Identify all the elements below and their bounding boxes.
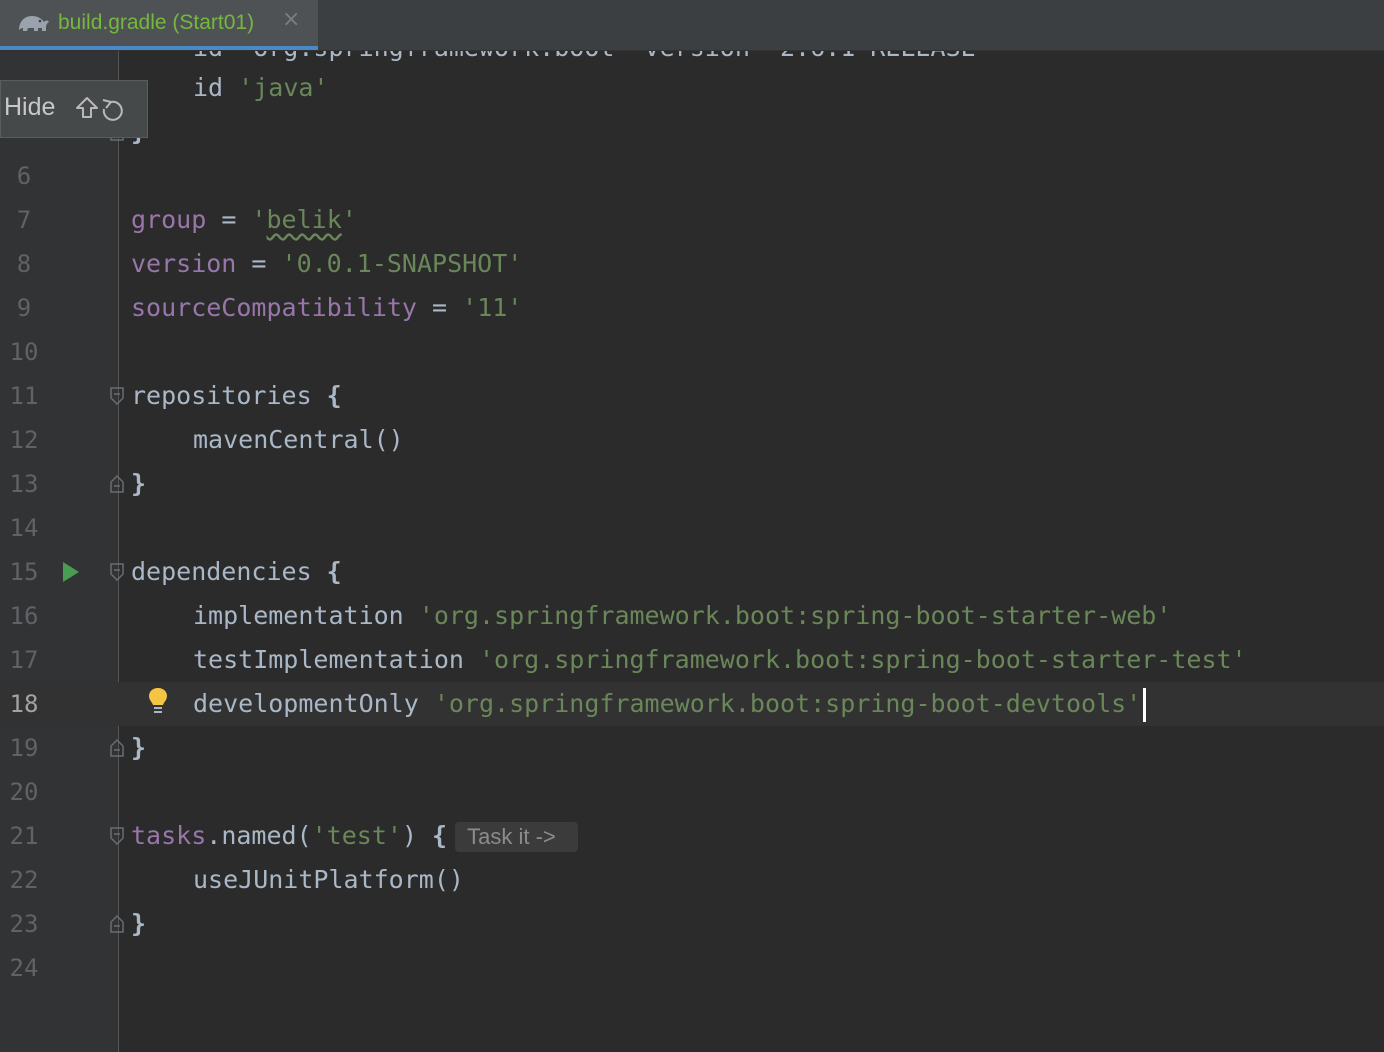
- line-number: 23: [9, 910, 39, 938]
- line-number: 21: [9, 822, 39, 850]
- line-number: 20: [9, 778, 39, 806]
- tab-title: build.gradle (Start01): [58, 11, 255, 34]
- line-number: 24: [9, 954, 39, 982]
- line-number: 16: [9, 602, 39, 630]
- close-icon[interactable]: ×: [282, 9, 300, 31]
- code-text: version = '0.0.1-SNAPSHOT': [131, 249, 523, 278]
- code-line: 14: [0, 506, 1384, 550]
- line-number: 15: [9, 558, 39, 586]
- line-number: 17: [9, 646, 39, 674]
- shift-icon: [76, 97, 98, 118]
- code-text: testImplementation 'org.springframework.…: [193, 645, 1247, 674]
- line-number: 14: [9, 514, 39, 542]
- code-text: dependencies {: [131, 557, 342, 586]
- text-caret: [1143, 688, 1147, 722]
- code-line: 19 }: [0, 726, 1384, 770]
- code-line: 22 useJUnitPlatform(): [0, 858, 1384, 902]
- fold-start-icon[interactable]: [109, 386, 125, 406]
- fold-start-icon[interactable]: [109, 826, 125, 846]
- line-number: 13: [9, 470, 39, 498]
- code-text: group = 'belik': [131, 205, 357, 234]
- inlay-hint[interactable]: Task it ->: [455, 822, 578, 852]
- code-line: 23 }: [0, 902, 1384, 946]
- line-number: 11: [9, 382, 39, 410]
- code-line-current: 18 developmentOnly 'org.springframework.…: [0, 682, 1384, 726]
- code-line: 16 implementation 'org.springframework.b…: [0, 594, 1384, 638]
- line-number: 8: [16, 250, 32, 278]
- code-line: 12 mavenCentral(): [0, 418, 1384, 462]
- line-number: 10: [9, 338, 39, 366]
- line-number: 7: [16, 206, 32, 234]
- code-text: sourceCompatibility = '11': [131, 293, 523, 322]
- code-line: 24: [0, 946, 1384, 990]
- code-text: id 'java': [193, 73, 329, 102]
- reset-icon: [102, 99, 123, 121]
- code-line: 21 tasks.named('test') {Task it ->: [0, 814, 1384, 858]
- fold-end-icon[interactable]: [109, 914, 125, 934]
- code-text: mavenCentral(): [193, 425, 404, 454]
- spelling-warning: belik: [266, 205, 342, 234]
- tab-build-gradle[interactable]: build.gradle (Start01) ×: [0, 0, 318, 50]
- fold-start-icon[interactable]: [109, 562, 125, 582]
- code-line: id 'java': [0, 66, 1384, 110]
- line-number: 19: [9, 734, 39, 762]
- code-line: 20: [0, 770, 1384, 814]
- fold-end-icon[interactable]: [109, 738, 125, 758]
- line-number: 22: [9, 866, 39, 894]
- code-text: tasks.named('test') {Task it ->: [131, 814, 578, 858]
- code-text: developmentOnly 'org.springframework.boo…: [131, 682, 1147, 726]
- line-number: 12: [9, 426, 39, 454]
- line-number: 18: [9, 690, 39, 718]
- code-line: 11 repositories {: [0, 374, 1384, 418]
- code-line: 13 }: [0, 462, 1384, 506]
- code-line: 17 testImplementation 'org.springframewo…: [0, 638, 1384, 682]
- code-line: }: [0, 110, 1384, 154]
- code-text: implementation 'org.springframework.boot…: [193, 601, 1172, 630]
- code-line: 7 group = 'belik': [0, 198, 1384, 242]
- shift-reset-icons: [76, 97, 123, 121]
- hide-button[interactable]: Hide: [4, 93, 55, 122]
- code-text: repositories {: [131, 381, 342, 410]
- code-line: 15 dependencies {: [0, 550, 1384, 594]
- fold-end-icon[interactable]: [109, 474, 125, 494]
- editor-tab-bar: build.gradle (Start01) ×: [0, 0, 1384, 51]
- line-number: 6: [16, 162, 32, 190]
- code-text: }: [131, 469, 147, 498]
- code-text: }: [131, 733, 147, 762]
- run-icon[interactable]: [62, 561, 80, 583]
- code-line: 6: [0, 154, 1384, 198]
- code-editor[interactable]: id 'org.springframework.boot' version '2…: [0, 44, 1384, 1052]
- code-line: 9 sourceCompatibility = '11': [0, 286, 1384, 330]
- line-number: 9: [16, 294, 32, 322]
- code-line: 10: [0, 330, 1384, 374]
- hide-popup[interactable]: Hide: [0, 80, 148, 138]
- gradle-elephant-icon: [19, 16, 49, 31]
- code-line: 8 version = '0.0.1-SNAPSHOT': [0, 242, 1384, 286]
- code-text: }: [131, 909, 147, 938]
- code-text: useJUnitPlatform(): [193, 865, 464, 894]
